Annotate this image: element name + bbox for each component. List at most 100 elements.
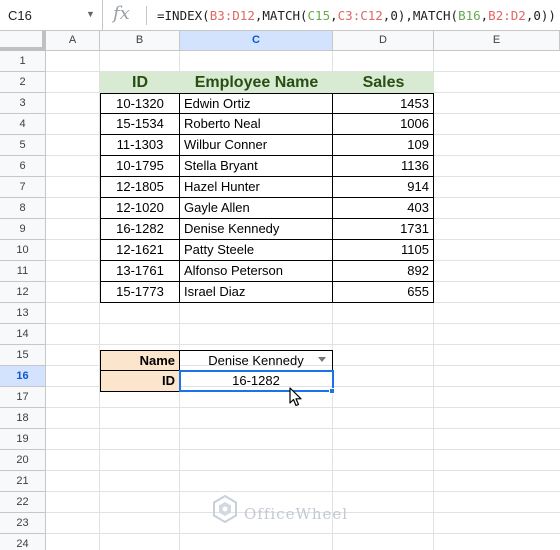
row-header-6[interactable]: 6 [0,156,46,177]
table-cell-id[interactable]: 12-1621 [100,240,180,261]
table-cell-sales[interactable]: 403 [333,198,434,219]
table-cell-name[interactable]: Stella Bryant [180,156,333,177]
sheet-grid[interactable]: ID Employee Name Sales 10-1320 Edwin Orti… [46,51,560,550]
table-cell-id[interactable]: 15-1773 [100,282,180,303]
formula-bar-divider [146,6,147,25]
table-cell-sales[interactable]: 1731 [333,219,434,240]
header-employee-name[interactable]: Employee Name [180,72,333,93]
row-header-7[interactable]: 7 [0,177,46,198]
name-box[interactable]: C16 ▼ [0,0,103,31]
table-cell-name[interactable]: Wilbur Conner [180,135,333,156]
row-header-21[interactable]: 21 [0,471,46,492]
officewheel-watermark: OfficeWheel [210,494,347,527]
row-header-17[interactable]: 17 [0,387,46,408]
table-cell-sales[interactable]: 655 [333,282,434,303]
row-header-14[interactable]: 14 [0,324,46,345]
table-cell-name[interactable]: Roberto Neal [180,114,333,135]
fill-handle[interactable] [329,388,335,394]
row-header-13[interactable]: 13 [0,303,46,324]
select-all-corner[interactable] [0,31,46,51]
formula-text: =INDEX( [157,8,210,23]
formula-text: ,0),MATCH( [382,8,459,23]
fx-icon: fx [113,3,130,24]
gridline [46,323,560,324]
row-header-9[interactable]: 9 [0,219,46,240]
gridline [46,407,560,408]
row-header-19[interactable]: 19 [0,429,46,450]
table-cell-id[interactable]: 11-1303 [100,135,180,156]
active-cell-outline [179,370,334,392]
gridline [46,344,560,345]
row-header-15[interactable]: 15 [0,345,46,366]
column-header-b[interactable]: B [100,31,180,51]
row-header-11[interactable]: 11 [0,261,46,282]
table-cell-sales[interactable]: 892 [333,261,434,282]
column-header-c[interactable]: C [180,31,333,51]
table-cell-name[interactable]: Gayle Allen [180,198,333,219]
table-cell-sales[interactable]: 109 [333,135,434,156]
table-cell-id[interactable]: 16-1282 [100,219,180,240]
formula-text: , [330,8,338,23]
row-header-12[interactable]: 12 [0,282,46,303]
mouse-pointer-icon [289,387,302,407]
chevron-down-icon[interactable]: ▼ [86,9,95,19]
header-id[interactable]: ID [100,72,180,93]
table-cell-name[interactable]: Hazel Hunter [180,177,333,198]
gridline [46,428,560,429]
table-cell-name[interactable]: Patty Steele [180,240,333,261]
name-box-value: C16 [8,8,32,23]
table-cell-sales[interactable]: 1006 [333,114,434,135]
table-cell-sales[interactable]: 1136 [333,156,434,177]
table-cell-id[interactable]: 13-1761 [100,261,180,282]
column-header-a[interactable]: A [46,31,100,51]
row-header-2[interactable]: 2 [0,72,46,93]
formula-text: ,MATCH( [254,8,308,23]
table-cell-name[interactable]: Denise Kennedy [180,219,333,240]
table-cell-id[interactable]: 12-1020 [100,198,180,219]
formula-input[interactable]: =INDEX(B3:D12,MATCH(C15,C3:C12,0),MATCH(… [157,8,556,23]
table-cell-sales[interactable]: 1105 [333,240,434,261]
row-header-3[interactable]: 3 [0,93,46,114]
name-dropdown-cell[interactable]: Denise Kennedy [180,350,333,371]
table-cell-id[interactable]: 15-1534 [100,114,180,135]
gridline [46,470,560,471]
table-cell-name[interactable]: Alfonso Peterson [180,261,333,282]
watermark-text: OfficeWheel [244,505,349,523]
table-cell-sales[interactable]: 914 [333,177,434,198]
row-header-8[interactable]: 8 [0,198,46,219]
formula-range-ref: B3:D12 [209,8,255,23]
dropdown-arrow-icon[interactable] [318,357,326,362]
id-label-cell[interactable]: ID [100,371,180,392]
row-header-20[interactable]: 20 [0,450,46,471]
gridline [46,449,560,450]
column-header-e[interactable]: E [434,31,560,51]
row-header-4[interactable]: 4 [0,114,46,135]
row-header-18[interactable]: 18 [0,408,46,429]
formula-bar: C16 ▼ fx =INDEX(B3:D12,MATCH(C15,C3:C12,… [0,0,560,31]
table-cell-id[interactable]: 10-1320 [100,93,180,114]
gridline [46,491,560,492]
row-header-5[interactable]: 5 [0,135,46,156]
formula-range-ref: C15 [307,8,331,23]
row-header-24[interactable]: 24 [0,534,46,550]
row-header-23[interactable]: 23 [0,513,46,534]
row-header-1[interactable]: 1 [0,51,46,72]
table-cell-id[interactable]: 10-1795 [100,156,180,177]
formula-text: ,0)) [525,8,556,23]
table-cell-sales[interactable]: 1453 [333,93,434,114]
row-header-22[interactable]: 22 [0,492,46,513]
gridline [46,533,560,534]
name-dropdown-value: Denise Kennedy [208,353,304,368]
row-header-10[interactable]: 10 [0,240,46,261]
formula-range-ref: C3:C12 [337,8,383,23]
name-label-cell[interactable]: Name [100,350,180,371]
column-header-d[interactable]: D [333,31,434,51]
formula-range-ref: B16 [458,8,481,23]
table-cell-name[interactable]: Edwin Ortiz [180,93,333,114]
table-cell-name[interactable]: Israel Diaz [180,282,333,303]
header-sales[interactable]: Sales [333,72,434,93]
table-cell-id[interactable]: 12-1805 [100,177,180,198]
formula-range-ref: B2:D2 [488,8,526,23]
row-header-16[interactable]: 16 [0,366,46,387]
officewheel-logo-icon [213,494,237,524]
